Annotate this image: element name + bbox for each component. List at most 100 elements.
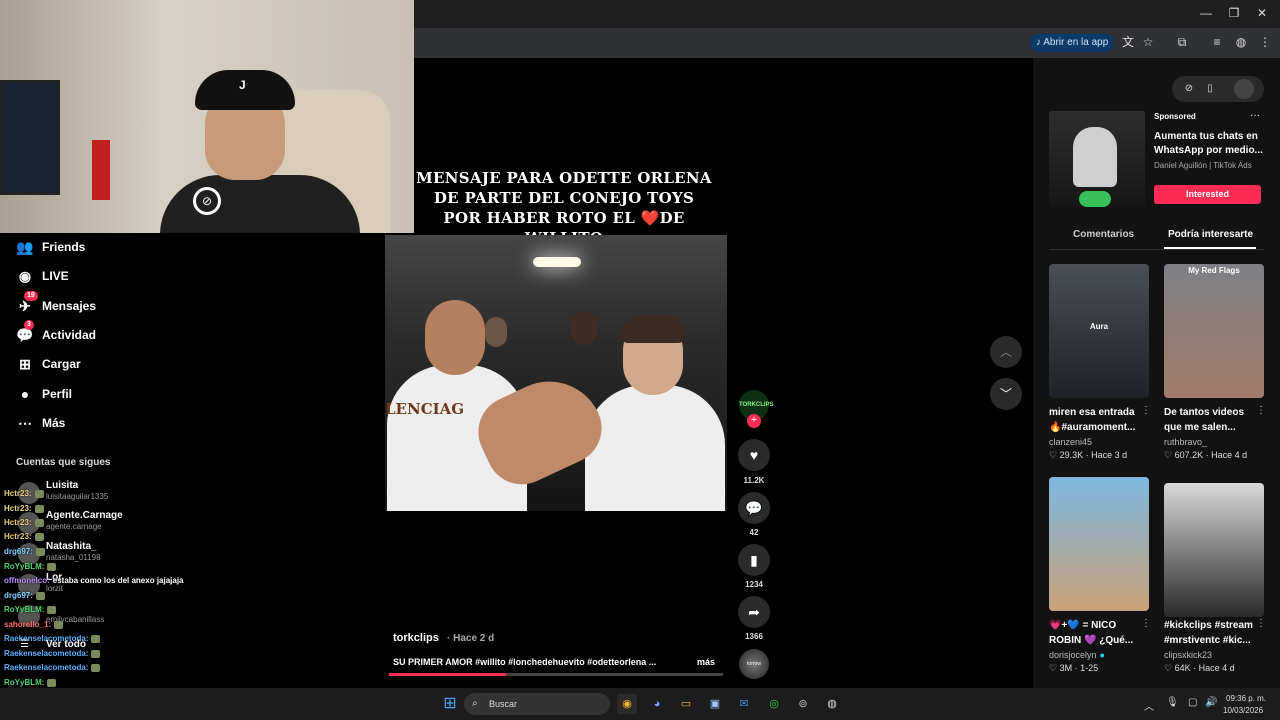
follow-plus-icon[interactable]: +: [747, 414, 761, 428]
separator: ·: [1203, 450, 1212, 460]
video-author[interactable]: clipsxkick23: [1164, 650, 1212, 660]
video-title[interactable]: miren esa entrada 🔥#auramoment...: [1049, 405, 1143, 435]
comment-count: 42: [749, 528, 759, 537]
video-thumbnail[interactable]: [1164, 483, 1264, 617]
chat-username: RoYyBLM:: [4, 562, 45, 571]
interested-button[interactable]: Interested: [1154, 185, 1261, 204]
sidebar-item-perfil[interactable]: ● Perfil: [16, 383, 72, 405]
emote-icon: [47, 678, 57, 687]
chevron-down-icon: ﹀: [999, 387, 1012, 401]
network-icon[interactable]: ▢: [1188, 697, 1197, 708]
video-thumbnail[interactable]: Aura: [1049, 264, 1149, 398]
verified-icon: ●: [1099, 650, 1105, 660]
like-count: 3M: [1059, 663, 1073, 673]
sidebar-item-mensajes[interactable]: ✈ 19 Mensajes: [16, 291, 96, 317]
clock-time[interactable]: 09:36 p. m.: [1226, 694, 1266, 703]
sidebar-item-label: LIVE: [42, 269, 69, 283]
video-title[interactable]: De tantos videos que me salen...: [1164, 405, 1258, 435]
tab-comments[interactable]: Comentarios: [1073, 229, 1134, 240]
share-button[interactable]: ➦: [738, 596, 770, 628]
minimize-icon[interactable]: —: [1196, 6, 1216, 22]
account-name[interactable]: Agente.Carnage: [46, 510, 123, 521]
chat-message: drg697:: [4, 547, 45, 556]
chat-message: Hctr23:: [4, 532, 44, 541]
video-stats: ♡ 29.3K · Hace 3 d: [1049, 450, 1127, 461]
tray-chevron-icon[interactable]: ︿: [1144, 698, 1154, 713]
microphone-icon[interactable]: 🎙: [1166, 697, 1179, 708]
video-thumbnail[interactable]: My Red Flags: [1164, 264, 1264, 398]
more-link[interactable]: más: [697, 657, 715, 667]
video-person: [585, 385, 725, 511]
phone-icon[interactable]: ▯: [1201, 80, 1219, 98]
next-video-button[interactable]: ﹀: [990, 378, 1022, 410]
kebab-menu-icon[interactable]: ⋮: [1257, 34, 1273, 50]
card-options-icon[interactable]: ⋮: [1141, 618, 1151, 629]
card-options-icon[interactable]: ⋮: [1141, 405, 1151, 416]
obs-icon[interactable]: ◍: [822, 694, 842, 714]
more-icon: ⋯: [18, 415, 32, 431]
open-in-app-button[interactable]: ♪ Abrir en la app: [1030, 34, 1115, 52]
emote-icon: [34, 532, 44, 541]
live-icon: ◉: [18, 268, 32, 284]
spotify-icon[interactable]: ◎: [764, 694, 784, 714]
thumbnail-text: Aura: [1089, 322, 1109, 331]
sidebar-item-live[interactable]: ◉ LIVE: [16, 265, 69, 287]
translate-icon[interactable]: 文: [1120, 34, 1136, 50]
ad-options-icon[interactable]: ···: [1250, 110, 1260, 121]
chrome-icon[interactable]: ◉: [617, 694, 637, 714]
close-icon[interactable]: ✕: [1252, 6, 1272, 22]
sidebar-item-más[interactable]: ⋯ Más: [16, 412, 65, 434]
music-disc[interactable]: torrow: [739, 649, 769, 679]
star-icon[interactable]: ☆: [1140, 34, 1156, 50]
video-thumbnail[interactable]: [1049, 477, 1149, 611]
account-name[interactable]: Luisita: [46, 480, 78, 491]
sidebar-item-friends[interactable]: 👥 Friends: [16, 236, 85, 258]
chat-username: Raekenselacometoda:: [4, 649, 89, 658]
user-avatar[interactable]: [1234, 79, 1254, 99]
folder-icon[interactable]: ▭: [676, 694, 696, 714]
tab-suggestions[interactable]: Podría interesarte: [1168, 229, 1253, 240]
like-count: 29.3K: [1059, 450, 1084, 460]
stream-logo-icon: ⊘: [193, 187, 221, 215]
comment-button[interactable]: 💬: [738, 492, 770, 524]
ad-title[interactable]: Aumenta tus chats en WhatsApp por medio.…: [1154, 130, 1264, 158]
video-title[interactable]: 💗+💙 = NICO ROBIN 💜 ¿Qué...: [1049, 618, 1143, 648]
like-button[interactable]: ♥: [738, 439, 770, 471]
account-name[interactable]: Natashita_: [46, 541, 97, 552]
save-button[interactable]: ▮: [738, 544, 770, 576]
chat-message: Raekenselacometoda:: [4, 663, 101, 672]
video-author[interactable]: dorisjocelyn ●: [1049, 650, 1105, 660]
separator: ·: [1072, 663, 1081, 673]
mail-icon[interactable]: ✉: [734, 694, 754, 714]
video-age: Hace 3 d: [1091, 450, 1128, 460]
volume-icon[interactable]: 🔊: [1205, 697, 1217, 708]
profile-icon[interactable]: ◍: [1233, 34, 1249, 50]
ad-thumbnail[interactable]: [1049, 111, 1145, 207]
video-author[interactable]: torkclips: [393, 632, 439, 644]
sidebar-item-actividad[interactable]: 💬 3 Actividad: [16, 320, 96, 346]
video-author[interactable]: clanzeni45: [1049, 437, 1092, 447]
previous-video-button[interactable]: ︿: [990, 336, 1022, 368]
clock-date[interactable]: 10/03/2026: [1223, 706, 1263, 715]
video-player[interactable]: LENCIAG: [385, 235, 727, 511]
windows-start-icon[interactable]: ⊞: [440, 694, 460, 714]
taskbar: [0, 688, 1280, 720]
video-author[interactable]: ruthbravo_: [1164, 437, 1207, 447]
compass-icon[interactable]: ⊘: [1180, 80, 1198, 98]
see-all-link[interactable]: Ver todo: [46, 639, 86, 650]
friends-icon: 👥: [16, 239, 34, 255]
discord-icon[interactable]: ◕: [647, 694, 667, 714]
author-name: clanzeni45: [1049, 437, 1093, 447]
sidebar-item-cargar[interactable]: ⊞ Cargar: [16, 353, 81, 375]
card-options-icon[interactable]: ⋮: [1256, 405, 1266, 416]
video-stats: ♡ 3M · 1-25: [1049, 663, 1098, 674]
video-title[interactable]: #kickclips #stream #mrstiventc #kic...: [1164, 618, 1258, 648]
video-time: · Hace 2 d: [447, 633, 495, 644]
extensions-icon[interactable]: ⧉: [1174, 34, 1190, 50]
restore-icon[interactable]: ❐: [1224, 6, 1244, 22]
app-icon[interactable]: ⊚: [793, 694, 813, 714]
card-options-icon[interactable]: ⋮: [1256, 618, 1266, 629]
media-icon[interactable]: ≡: [1209, 34, 1225, 50]
store-icon[interactable]: ▣: [705, 694, 725, 714]
taskbar-search[interactable]: [464, 693, 610, 715]
